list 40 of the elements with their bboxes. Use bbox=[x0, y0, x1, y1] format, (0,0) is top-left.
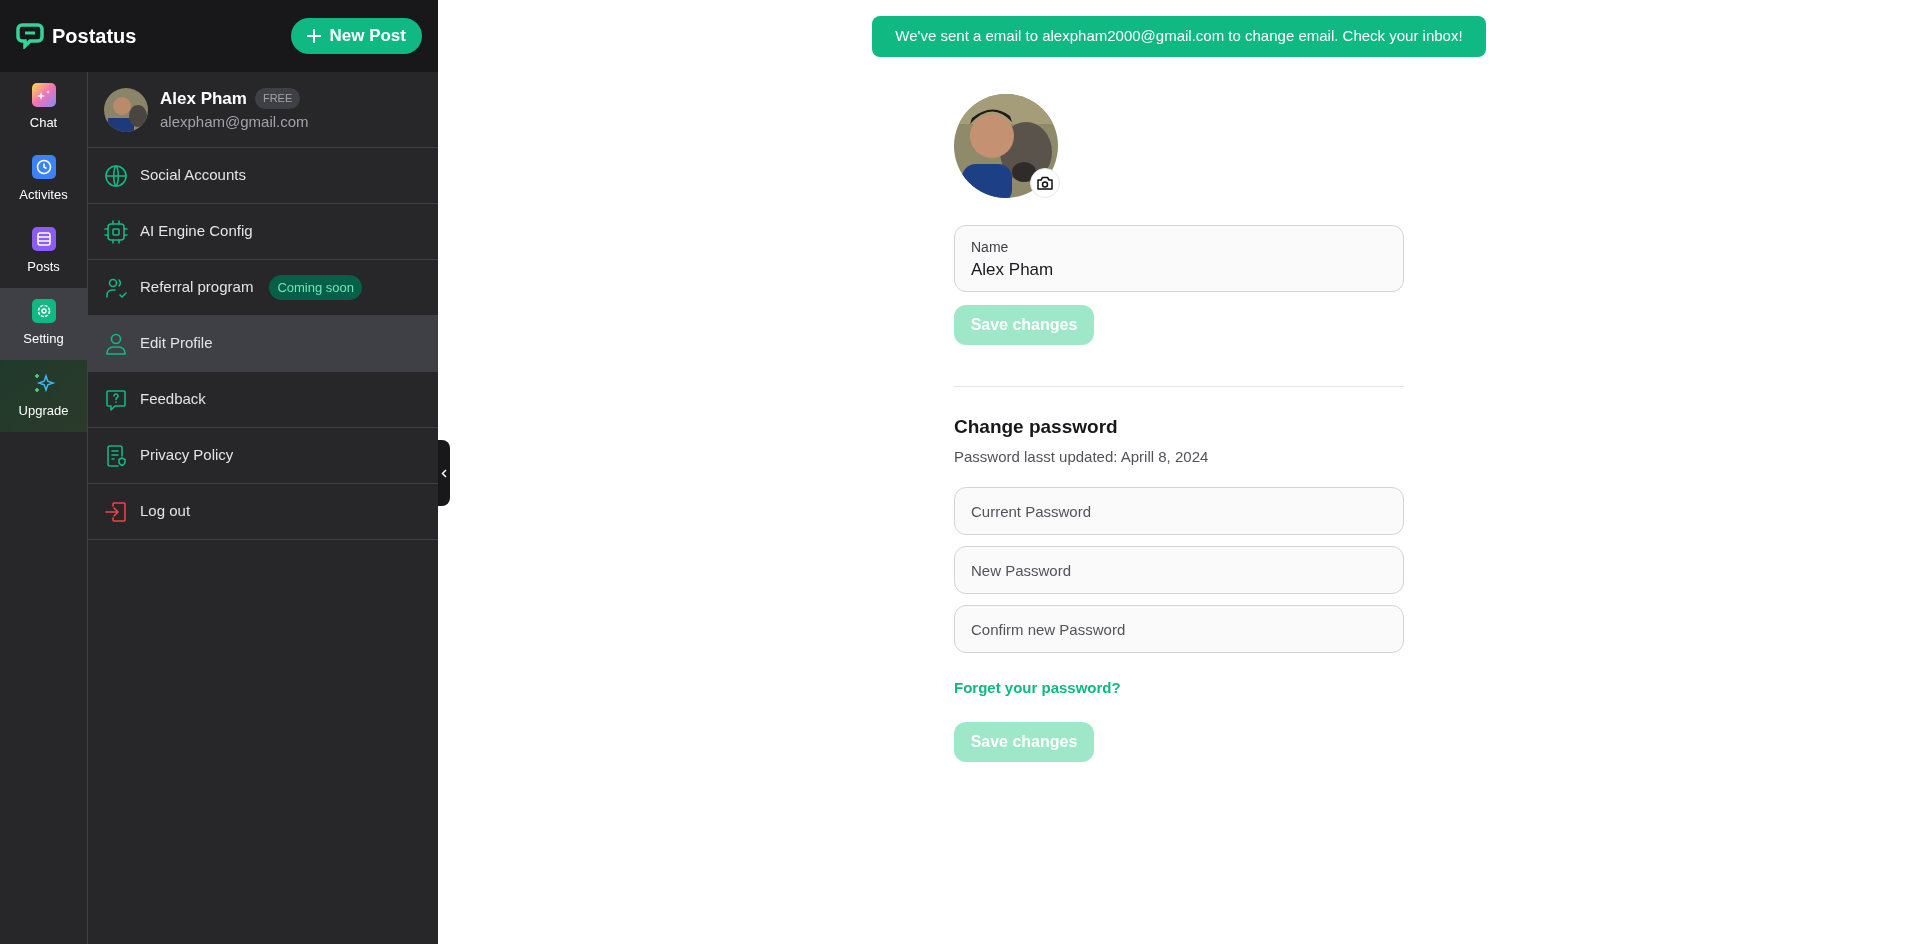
password-field[interactable]: Confirm new Password bbox=[954, 605, 1404, 653]
user-icon bbox=[104, 331, 128, 356]
settings-icon bbox=[31, 299, 56, 324]
coming-soon-badge: Coming soon bbox=[269, 274, 362, 301]
menu-item[interactable]: Feedback bbox=[88, 372, 438, 428]
sparkle-icon bbox=[31, 83, 56, 108]
rail-item[interactable]: Posts bbox=[0, 216, 87, 288]
menu-item[interactable]: Privacy Policy bbox=[88, 428, 438, 484]
menu-item[interactable]: Edit Profile bbox=[88, 316, 438, 372]
globe-icon bbox=[104, 163, 128, 188]
logout-icon bbox=[104, 499, 128, 524]
brand-name: Postatus bbox=[52, 24, 137, 49]
chip-icon bbox=[104, 219, 128, 244]
menu-item[interactable]: AI Engine Config bbox=[88, 204, 438, 260]
rail-item[interactable]: Chat bbox=[0, 72, 87, 144]
profile-email: alexpham@gmail.com bbox=[160, 112, 309, 132]
rail-item[interactable]: Activites bbox=[0, 144, 87, 216]
menu-item[interactable]: Log out bbox=[88, 484, 438, 540]
section-title: Change password bbox=[954, 415, 1119, 439]
logo-icon bbox=[16, 23, 44, 49]
collapse-handle[interactable] bbox=[438, 440, 450, 506]
feedback-icon bbox=[104, 387, 128, 412]
field-label: Name bbox=[971, 238, 1009, 257]
profile-name: Alex Pham bbox=[160, 87, 247, 110]
camera-icon bbox=[1037, 176, 1053, 190]
chevron-left-icon bbox=[441, 468, 447, 478]
camera-button[interactable] bbox=[1030, 168, 1060, 198]
toast-message: We've sent a email to alexpham2000@gmail.com to change email. Check your inbox! bbox=[872, 16, 1486, 57]
menu-item[interactable]: Social Accounts bbox=[88, 148, 438, 204]
avatar bbox=[104, 87, 148, 132]
document-shield-icon bbox=[104, 443, 128, 468]
document-icon bbox=[31, 227, 56, 252]
password-field[interactable]: New Password bbox=[954, 546, 1404, 594]
password-field[interactable]: Current Password bbox=[954, 487, 1404, 535]
plus-icon bbox=[307, 29, 322, 43]
plan-badge: FREE bbox=[254, 88, 301, 109]
password-updated-text: Password lasst updated: Aprill 8, 2024 bbox=[954, 446, 1210, 467]
rail-item[interactable]: Upgrade bbox=[0, 360, 87, 432]
clock-icon bbox=[31, 155, 56, 180]
rail-item[interactable]: Setting bbox=[0, 288, 87, 360]
